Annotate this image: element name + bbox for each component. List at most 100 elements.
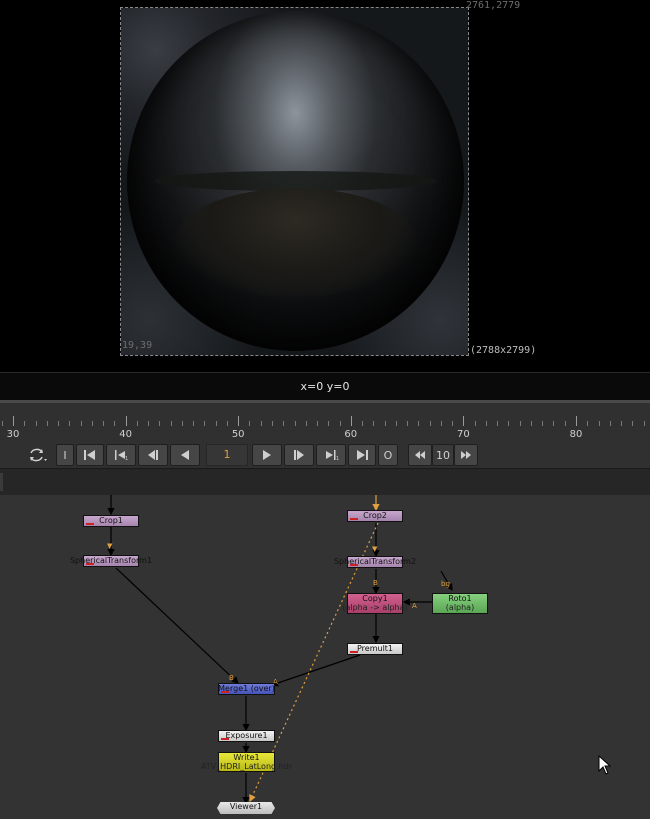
ruler-tick (317, 421, 319, 426)
ruler-label: 70 (457, 429, 470, 440)
ruler-tick (80, 421, 82, 426)
double-chevron-left-icon (415, 451, 425, 459)
ruler-tick (46, 421, 48, 426)
previous-increment-button[interactable] (138, 444, 168, 466)
node-viewer1[interactable]: Viewer1 (217, 802, 275, 814)
ruler-tick (294, 421, 296, 426)
ruler-tick (215, 421, 217, 426)
ruler-tick (418, 421, 420, 426)
cursor-position-readout: x=0 y=0 (300, 380, 350, 393)
step-forward-icon (294, 450, 304, 460)
ruler-tick (159, 421, 161, 426)
ruler-tick (587, 421, 589, 426)
ruler-tick (24, 421, 26, 426)
format-size-label: (2788x2799) (470, 345, 537, 356)
format-bottom-left-coord: 19,39 (122, 340, 153, 351)
pin-spherical1-input: ▼ (107, 542, 113, 550)
format-top-right-coord: 2761,2779 (466, 0, 521, 11)
next-keyframe-button[interactable]: 1 (316, 444, 346, 466)
wire-spherical1-merge[interactable] (115, 567, 239, 684)
ruler-tick (249, 421, 251, 426)
ruler-tick (103, 421, 105, 426)
ruler-tick (238, 416, 240, 426)
node-premult1-mask-indicator (350, 651, 358, 653)
set-in-point-button[interactable]: I (56, 444, 74, 466)
ruler-tick (474, 421, 476, 426)
ruler-tick (553, 421, 555, 426)
ruler-tick (463, 416, 465, 426)
ruler-tick (497, 421, 499, 426)
transport-controls: I 1 1 1 O 10 (0, 443, 650, 469)
node-write1[interactable]: Write1 ATV_HDRI_LatLong.hdr (201, 752, 292, 772)
node-viewer1-label: Viewer1 (229, 802, 263, 811)
ruler-tick (350, 416, 352, 426)
ruler-tick (1, 421, 3, 426)
current-frame-field[interactable]: 1 (206, 444, 248, 466)
play-forward-button[interactable] (252, 444, 282, 466)
node-roto1-channels: (alpha) (445, 603, 475, 612)
node-spherical-transform2-mask-indicator (350, 564, 358, 566)
image-frame[interactable] (120, 7, 469, 356)
double-chevron-right-icon (461, 451, 471, 459)
ruler-tick (328, 421, 330, 426)
node-crop2-label: Crop2 (363, 511, 387, 520)
decrement-step-button[interactable] (408, 444, 432, 466)
viewer-panel[interactable]: 2761,2779 19,39 (2788x2799) (0, 0, 650, 372)
viewer-status-bar: x=0 y=0 (0, 372, 650, 401)
svg-text:1: 1 (125, 456, 128, 460)
ruler-tick (429, 421, 431, 426)
pin-copy-a: A (412, 602, 417, 610)
node-premult1-label: Premult1 (356, 644, 394, 653)
node-crop2[interactable]: Crop2 (347, 510, 403, 522)
ruler-tick (485, 421, 487, 426)
ruler-tick (271, 421, 273, 426)
ruler-tick (373, 421, 375, 426)
mirror-ball-ground (174, 187, 417, 297)
svg-text:1: 1 (336, 456, 339, 460)
step-increment-field[interactable]: 10 (432, 444, 454, 466)
play-forward-icon (263, 450, 271, 460)
node-crop1[interactable]: Crop1 (83, 515, 139, 527)
node-crop1-label: Crop1 (99, 516, 123, 525)
node-spherical-transform1[interactable]: SphericalTransform1 (70, 555, 152, 567)
ruler-tick (621, 421, 623, 426)
node-spherical-transform2[interactable]: SphericalTransform2 (334, 556, 416, 568)
node-roto1[interactable]: Roto1 (alpha) (432, 593, 488, 614)
node-copy1-channels: (alpha -> alpha) (342, 603, 408, 612)
node-exposure1-mask-indicator (221, 738, 229, 740)
ruler-tick (136, 421, 138, 426)
pin-merge-b: B (229, 674, 234, 682)
ruler-label: 40 (119, 429, 132, 440)
ruler-label: 30 (6, 429, 20, 440)
ruler-tick (114, 421, 116, 426)
set-out-point-button[interactable]: O (378, 444, 398, 466)
ruler-tick (125, 416, 127, 426)
ruler-tick (542, 421, 544, 426)
ruler-tick (193, 421, 195, 426)
frame-ruler[interactable]: 30 40 50 60 70 80 (0, 413, 650, 440)
node-graph[interactable]: ▼ ▼ B A bg B A Crop1 SphericalTransform1… (0, 495, 650, 819)
previous-keyframe-button[interactable]: 1 (106, 444, 136, 466)
ruler-tick (519, 421, 521, 426)
node-copy1[interactable]: Copy1 (alpha -> alpha) (342, 593, 408, 614)
ruler-tick (384, 421, 386, 426)
ruler-tick (564, 421, 566, 426)
pin-roto-bg: bg (441, 580, 450, 588)
next-increment-button[interactable] (284, 444, 314, 466)
last-frame-button[interactable] (348, 444, 376, 466)
playback-mode-icon[interactable] (28, 447, 48, 463)
node-exposure1[interactable]: Exposure1 (218, 730, 275, 742)
ruler-tick (362, 421, 364, 426)
ruler-tick (407, 421, 409, 426)
node-merge1[interactable]: Merge1 (over) (218, 683, 275, 695)
first-frame-button[interactable] (76, 444, 104, 466)
increment-step-button[interactable] (454, 444, 478, 466)
ruler-tick (181, 421, 183, 426)
mouse-cursor-icon (598, 755, 612, 775)
node-exposure1-label: Exposure1 (225, 731, 268, 740)
ruler-tick (508, 421, 510, 426)
ruler-tick (609, 421, 611, 426)
play-backward-button[interactable] (170, 444, 200, 466)
node-premult1[interactable]: Premult1 (347, 643, 403, 655)
wire-premult-merge[interactable] (270, 654, 361, 687)
